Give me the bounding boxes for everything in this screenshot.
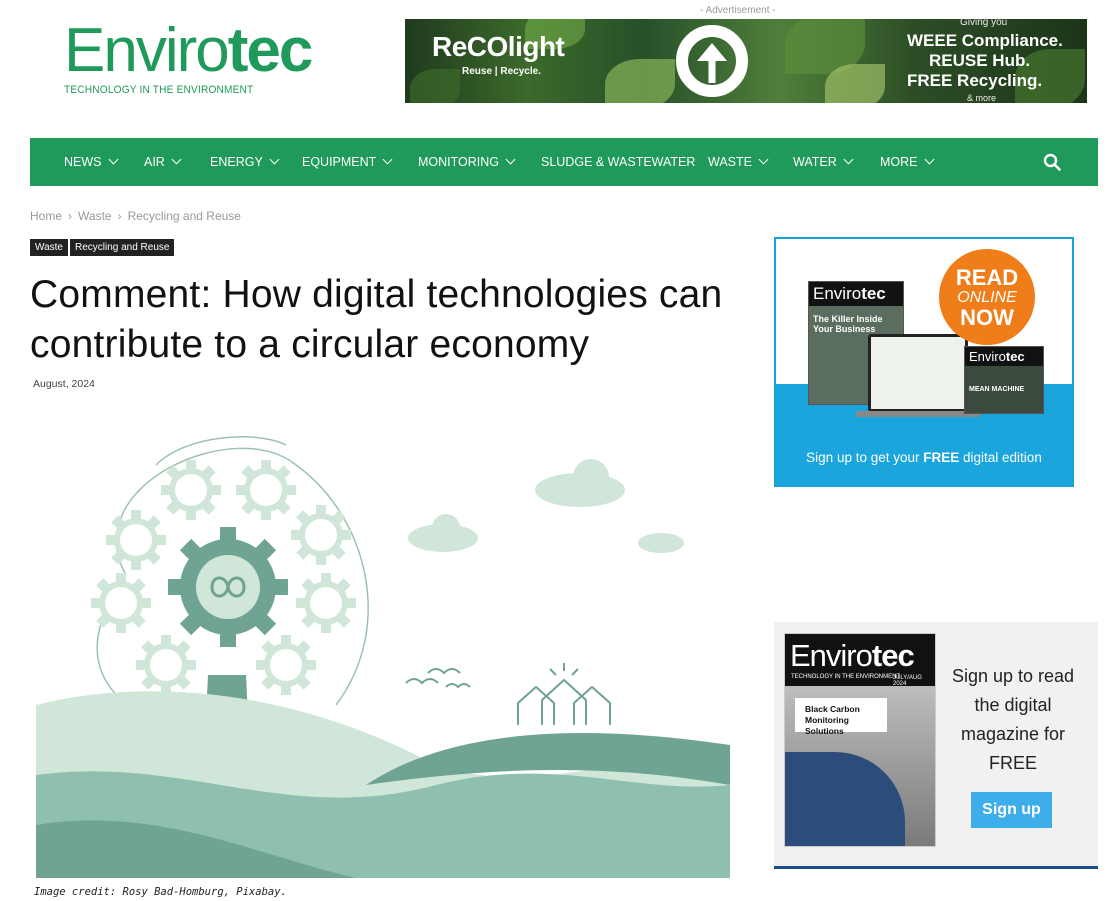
- logo-tagline: TECHNOLOGY IN THE ENVIRONMENT: [64, 84, 254, 96]
- chevron-down-icon: [108, 154, 118, 165]
- nav-item-more[interactable]: MORE: [880, 138, 934, 186]
- breadcrumb-separator: ›: [68, 209, 73, 223]
- nav-item-news[interactable]: NEWS: [64, 138, 118, 186]
- reuse-circle-icon: [676, 25, 748, 97]
- cover-headline: Black Carbon Monitoring Solutions: [805, 704, 860, 736]
- category-tags: Waste Recycling and Reuse: [30, 237, 176, 256]
- chevron-down-icon: [382, 154, 393, 165]
- tag-recycling-reuse[interactable]: Recycling and Reuse: [69, 239, 175, 256]
- hero-illustration: [36, 436, 730, 878]
- nav-item-sludge-wastewater[interactable]: SLUDGE & WASTEWATER: [541, 138, 695, 186]
- advertisement-label: - Advertisement -: [700, 5, 776, 16]
- advert-banner[interactable]: ReCOlight Reuse | Recycle. Giving you WE…: [405, 19, 1087, 103]
- site-logo[interactable]: Envirotec TECHNOLOGY IN THE ENVIRONMENT: [64, 16, 364, 97]
- advert-brand-sub: Reuse | Recycle.: [462, 66, 541, 77]
- leaf-decoration: [825, 64, 885, 103]
- image-caption: Image credit: Rosy Bad-Homburg, Pixabay.: [34, 886, 287, 898]
- nav-item-waste[interactable]: WASTE: [708, 138, 769, 186]
- promo-cta-text: Sign up to get your FREE digital edition: [806, 450, 1042, 465]
- breadcrumb: Home › Waste › Recycling and Reuse: [30, 209, 241, 223]
- chevron-down-icon: [505, 154, 516, 165]
- search-icon[interactable]: [1043, 153, 1061, 171]
- main-nav: NEWS AIR ENERGY EQUIPMENT MONITORING SLU…: [30, 138, 1098, 186]
- tablet-headline: MEAN MACHINE: [965, 366, 1043, 413]
- advert-brand: ReCOlight: [432, 31, 565, 62]
- cover-logo: Envirotec: [790, 638, 915, 673]
- chevron-down-icon: [843, 154, 854, 165]
- logo-wordmark: Envirotec: [64, 16, 313, 85]
- breadcrumb-separator: ›: [117, 209, 122, 223]
- laptop-screen: [868, 334, 968, 412]
- signup-button[interactable]: Sign up: [971, 792, 1052, 828]
- leaf-decoration: [410, 69, 460, 103]
- nav-item-equipment[interactable]: EQUIPMENT: [302, 138, 393, 186]
- magazine-signup-box: Envirotec TECHNOLOGY IN THE ENVIRONMENT …: [774, 622, 1098, 869]
- advert-lines: WEEE Compliance. REUSE Hub. FREE Recycli…: [907, 31, 1063, 90]
- chevron-down-icon: [924, 154, 934, 165]
- magazine-cover[interactable]: Envirotec TECHNOLOGY IN THE ENVIRONMENT …: [784, 633, 936, 847]
- promo-tablet-cover: Envirotec MEAN MACHINE: [964, 346, 1044, 414]
- nav-item-air[interactable]: AIR: [144, 138, 182, 186]
- chevron-down-icon: [269, 154, 280, 165]
- article-date: August, 2024: [33, 378, 95, 390]
- signup-text: Sign up to read the digital magazine for…: [951, 666, 1075, 773]
- digital-edition-promo[interactable]: Envirotec The Killer Inside Your Busines…: [774, 237, 1074, 487]
- nav-item-water[interactable]: WATER: [793, 138, 854, 186]
- chevron-down-icon: [171, 154, 182, 165]
- breadcrumb-waste[interactable]: Waste: [78, 209, 112, 223]
- cover-logo: Envirotec: [809, 282, 903, 306]
- laptop-base: [856, 411, 980, 417]
- nav-item-monitoring[interactable]: MONITORING: [418, 138, 516, 186]
- nav-item-energy[interactable]: ENERGY: [210, 138, 280, 186]
- breadcrumb-home[interactable]: Home: [30, 209, 62, 223]
- advert-giving: Giving you: [960, 19, 1008, 28]
- read-online-badge: READ ONLINE NOW: [939, 249, 1035, 345]
- article-title: Comment: How digital technologies can co…: [30, 273, 723, 366]
- cover-tagline: TECHNOLOGY IN THE ENVIRONMENT: [791, 674, 901, 680]
- breadcrumb-recycling[interactable]: Recycling and Reuse: [128, 209, 241, 223]
- chevron-down-icon: [758, 154, 769, 165]
- advert-more: & more: [967, 93, 997, 103]
- tag-waste[interactable]: Waste: [30, 239, 68, 256]
